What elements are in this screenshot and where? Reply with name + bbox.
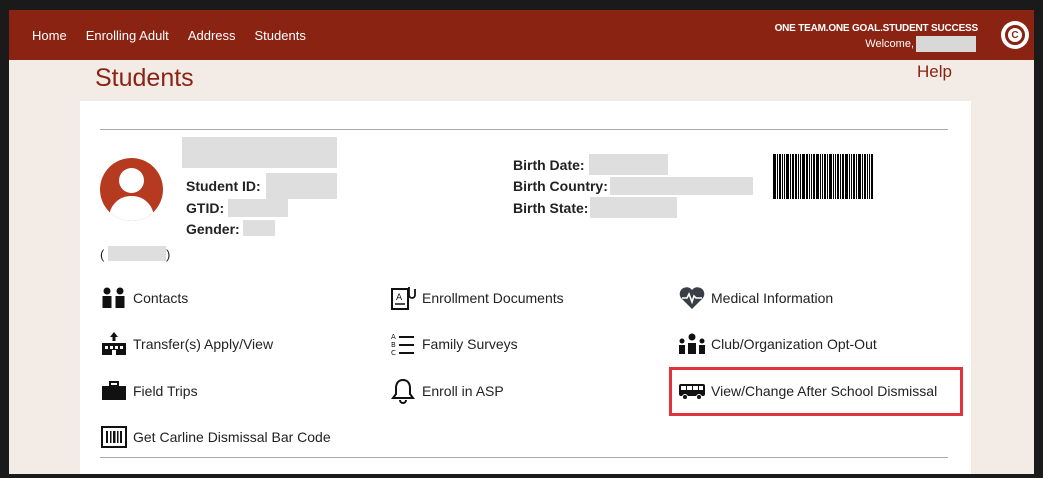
club-opt-out-link[interactable]: Club/Organization Opt-Out	[678, 331, 877, 357]
birth-date-label: Birth Date:	[513, 157, 585, 173]
contacts-label: Contacts	[133, 290, 189, 306]
main-nav: Home Enrolling Adult Address Students	[9, 10, 306, 60]
field-trips-link[interactable]: Field Trips	[100, 378, 198, 404]
birth-country-label: Birth Country:	[513, 178, 608, 194]
gender-label: Gender:	[186, 221, 240, 237]
list-icon: ABC	[389, 331, 417, 357]
bell-icon	[389, 378, 417, 404]
family-surveys-label: Family Surveys	[422, 336, 518, 352]
medical-information-link[interactable]: Medical Information	[678, 285, 833, 311]
dismissal-highlight-box	[669, 367, 963, 416]
page-title: Students	[95, 64, 194, 92]
logo-letter: C	[1005, 25, 1025, 45]
people-icon	[100, 285, 128, 311]
app-frame: Home Enrolling Adult Address Students ON…	[9, 10, 1034, 474]
top-nav-bar: Home Enrolling Adult Address Students ON…	[9, 10, 1034, 60]
medical-information-label: Medical Information	[711, 290, 834, 306]
nav-enrolling-adult[interactable]: Enrolling Adult	[86, 28, 169, 43]
paren-open: (	[100, 247, 105, 262]
student-panel: Student ID: GTID: Gender: ( ) Birth Date…	[80, 101, 971, 474]
document-icon: A	[389, 285, 417, 311]
group-icon	[678, 331, 706, 357]
transfers-label: Transfer(s) Apply/View	[133, 336, 274, 352]
help-link[interactable]: Help	[917, 62, 952, 82]
nav-address[interactable]: Address	[188, 28, 236, 43]
contacts-link[interactable]: Contacts	[100, 285, 188, 311]
svg-text:B: B	[391, 341, 396, 349]
gtid-label: GTID:	[186, 200, 225, 216]
redacted-birth-date	[589, 154, 668, 175]
nav-students[interactable]: Students	[255, 28, 306, 43]
redacted-gender	[243, 220, 275, 236]
enrollment-documents-link[interactable]: A Enrollment Documents	[389, 285, 564, 311]
svg-text:A: A	[396, 293, 403, 303]
school-building-icon	[100, 331, 128, 357]
district-logo: C	[1001, 21, 1029, 49]
divider-top	[100, 129, 948, 130]
briefcase-icon	[100, 378, 128, 404]
redacted-birth-state	[590, 197, 677, 218]
transfers-link[interactable]: Transfer(s) Apply/View	[100, 331, 273, 357]
enroll-asp-label: Enroll in ASP	[422, 383, 504, 399]
divider-bottom	[100, 457, 948, 458]
redacted-student-name	[182, 137, 337, 168]
slogan: ONE TEAM.ONE GOAL.STUDENT SUCCESS	[774, 23, 979, 34]
svg-text:A: A	[391, 333, 396, 341]
carline-barcode-label: Get Carline Dismissal Bar Code	[133, 429, 331, 445]
redacted-birth-country	[610, 177, 753, 195]
redacted-student-id	[266, 173, 337, 199]
barcode-icon	[100, 424, 128, 450]
redacted-username	[916, 36, 976, 52]
enrollment-documents-label: Enrollment Documents	[422, 290, 564, 306]
nav-home[interactable]: Home	[32, 28, 67, 43]
redacted-gtid	[228, 199, 288, 217]
redacted-grade	[108, 246, 166, 261]
carline-barcode-link[interactable]: Get Carline Dismissal Bar Code	[100, 424, 331, 450]
student-id-label: Student ID:	[186, 178, 261, 194]
welcome-text: Welcome,	[865, 38, 914, 50]
family-surveys-link[interactable]: ABC Family Surveys	[389, 331, 518, 357]
svg-text:C: C	[391, 349, 396, 356]
club-opt-out-label: Club/Organization Opt-Out	[711, 336, 877, 352]
field-trips-label: Field Trips	[133, 383, 198, 399]
paren-close: )	[166, 247, 171, 262]
student-barcode	[773, 154, 891, 199]
avatar	[100, 158, 163, 221]
birth-state-label: Birth State:	[513, 200, 589, 216]
heart-pulse-icon	[678, 285, 706, 311]
enroll-asp-link[interactable]: Enroll in ASP	[389, 378, 504, 404]
